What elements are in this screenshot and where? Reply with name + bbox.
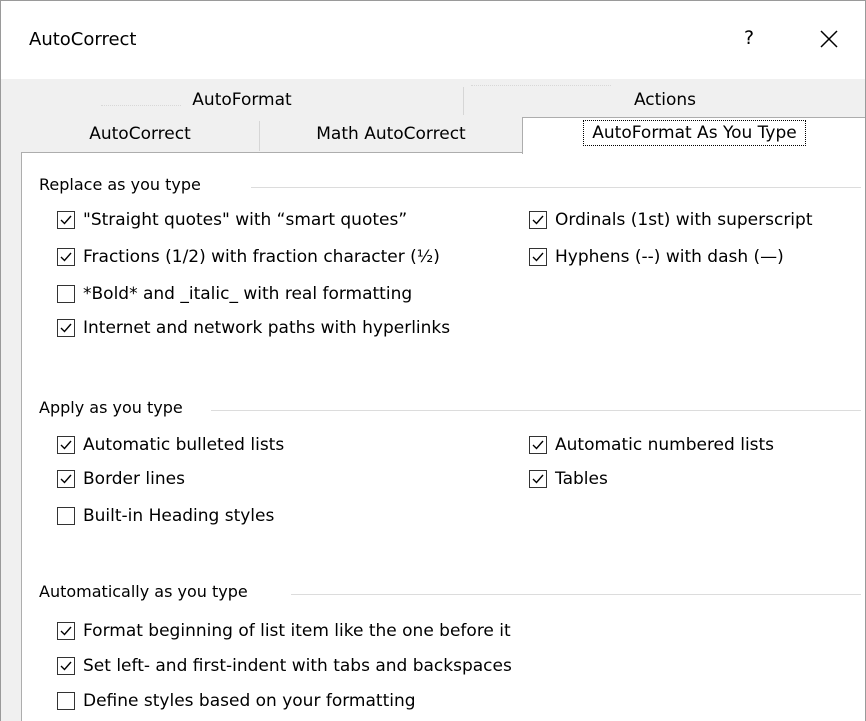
option-label: Tables <box>555 469 608 489</box>
check-icon <box>532 215 544 225</box>
option-tables[interactable]: Tables <box>529 469 608 489</box>
tab-autoformat[interactable]: AutoFormat <box>21 85 463 115</box>
option-label: Border lines <box>83 469 185 489</box>
option-bulleted-lists[interactable]: Automatic bulleted lists <box>57 435 284 455</box>
option-label: Ordinals (1st) with superscript <box>555 210 813 230</box>
group-label-apply: Apply as you type <box>39 398 193 417</box>
autocorrect-dialog: AutoCorrect ? AutoFormat Actions AutoCor… <box>0 0 866 721</box>
option-hyperlinks[interactable]: Internet and network paths with hyperlin… <box>57 318 450 338</box>
check-icon <box>60 323 72 333</box>
tab-autocorrect[interactable]: AutoCorrect <box>21 119 259 149</box>
option-label: Automatic bulleted lists <box>83 435 285 455</box>
close-button[interactable] <box>809 19 849 59</box>
option-label: Internet and network paths with hyperlin… <box>83 318 451 338</box>
option-hyphens[interactable]: Hyphens (--) with dash (—) <box>529 247 784 267</box>
option-label: Format beginning of list item like the o… <box>83 621 511 641</box>
checkbox[interactable] <box>57 319 75 337</box>
tab-math-autocorrect[interactable]: Math AutoCorrect <box>260 119 522 149</box>
help-button[interactable]: ? <box>737 27 761 49</box>
dialog-title: AutoCorrect <box>29 29 137 50</box>
option-label: "Straight quotes" with “smart quotes” <box>83 210 408 230</box>
checkbox[interactable] <box>57 507 75 525</box>
check-icon <box>60 474 72 484</box>
tab-actions[interactable]: Actions <box>464 85 865 115</box>
group-separator <box>211 410 861 411</box>
checkbox[interactable] <box>57 285 75 303</box>
group-separator <box>251 187 861 188</box>
checkbox[interactable] <box>57 622 75 640</box>
option-numbered-lists[interactable]: Automatic numbered lists <box>529 435 774 455</box>
option-label: Define styles based on your formatting <box>83 691 416 711</box>
check-icon <box>532 252 544 262</box>
option-label: Automatic numbered lists <box>555 435 775 455</box>
check-icon <box>60 215 72 225</box>
checkbox[interactable] <box>529 211 547 229</box>
option-bold-italic[interactable]: *Bold* and _italic_ with real formatting <box>57 284 412 304</box>
option-indent-tabs[interactable]: Set left- and first-indent with tabs and… <box>57 656 512 676</box>
checkbox[interactable] <box>57 436 75 454</box>
check-icon <box>60 661 72 671</box>
check-icon <box>60 252 72 262</box>
check-icon <box>532 440 544 450</box>
close-icon <box>820 30 838 48</box>
check-icon <box>60 440 72 450</box>
option-fractions[interactable]: Fractions (1/2) with fraction character … <box>57 247 440 267</box>
checkbox[interactable] <box>57 657 75 675</box>
option-smart-quotes[interactable]: "Straight quotes" with “smart quotes” <box>57 210 407 230</box>
checkbox[interactable] <box>57 211 75 229</box>
option-label: *Bold* and _italic_ with real formatting <box>83 284 413 304</box>
option-heading-styles[interactable]: Built-in Heading styles <box>57 506 274 526</box>
checkbox[interactable] <box>529 248 547 266</box>
group-label-replace: Replace as you type <box>39 175 211 194</box>
group-separator <box>291 594 861 595</box>
option-border-lines[interactable]: Border lines <box>57 469 185 489</box>
option-define-styles[interactable]: Define styles based on your formatting <box>57 691 416 711</box>
group-label-automatic: Automatically as you type <box>39 582 258 601</box>
checkbox[interactable] <box>529 436 547 454</box>
check-icon <box>532 474 544 484</box>
title-bar: AutoCorrect ? <box>1 1 865 79</box>
tab-label: AutoFormat As You Type <box>583 120 806 146</box>
check-icon <box>60 626 72 636</box>
option-label: Hyphens (--) with dash (—) <box>555 247 784 267</box>
checkbox[interactable] <box>57 470 75 488</box>
option-ordinals[interactable]: Ordinals (1st) with superscript <box>529 210 812 230</box>
option-label: Fractions (1/2) with fraction character … <box>83 247 440 267</box>
option-label: Set left- and first-indent with tabs and… <box>83 656 512 676</box>
tab-autoformat-as-you-type[interactable]: AutoFormat As You Type <box>522 117 865 154</box>
checkbox[interactable] <box>57 248 75 266</box>
option-label: Built-in Heading styles <box>83 506 275 526</box>
option-format-list-item[interactable]: Format beginning of list item like the o… <box>57 621 511 641</box>
checkbox[interactable] <box>529 470 547 488</box>
checkbox[interactable] <box>57 692 75 710</box>
